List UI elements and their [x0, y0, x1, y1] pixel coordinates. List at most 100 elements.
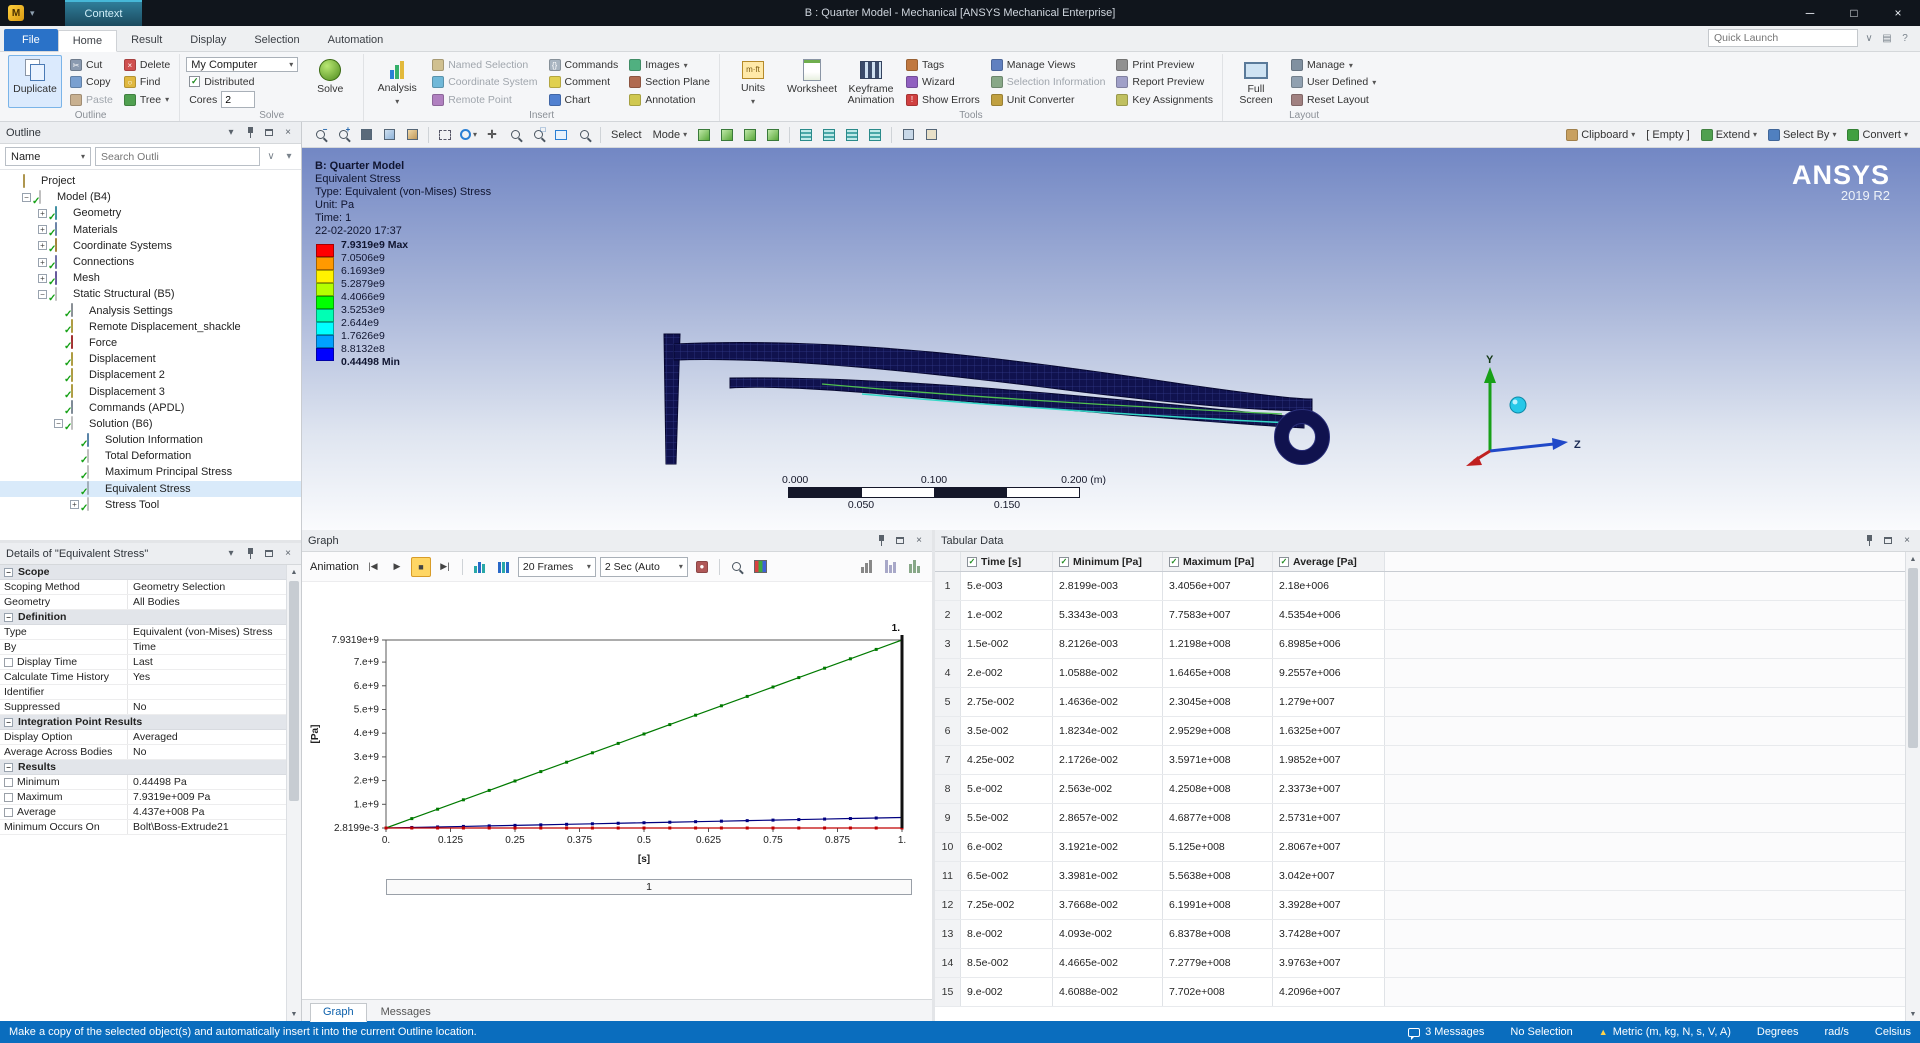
chart-style-bar-icon[interactable]	[856, 557, 876, 577]
expander-plus-icon[interactable]: +	[38, 209, 47, 218]
zoom-in-icon[interactable]: +	[333, 125, 353, 145]
select-box-icon[interactable]	[435, 125, 455, 145]
annotation-button[interactable]: Annotation	[626, 92, 713, 108]
tree-item-connections[interactable]: +✓Connections	[0, 254, 301, 270]
outline-menu-icon[interactable]: ▾	[224, 126, 238, 140]
tree-item-displacement[interactable]: ✓Displacement	[0, 351, 301, 367]
magnifier-window-icon[interactable]	[574, 125, 594, 145]
units-status[interactable]: ▲Metric (m, kg, N, s, V, A)	[1599, 1026, 1731, 1038]
tree-item-project[interactable]: Project	[0, 173, 301, 189]
pan-icon[interactable]: ✛	[482, 125, 502, 145]
details-scrollbar[interactable]: ▲ ▼	[286, 565, 301, 1021]
stop-button[interactable]: ■	[411, 557, 431, 577]
details-close-icon[interactable]: ×	[281, 547, 295, 561]
images-button[interactable]: Images▾	[626, 57, 713, 73]
tabular-row[interactable]: 31.5e-0028.2126e-0031.2198e+0086.8985e+0…	[935, 630, 1905, 659]
details-scroll-down-icon[interactable]: ▼	[287, 1007, 301, 1021]
remote-point-button[interactable]: Remote Point	[429, 92, 540, 108]
details-value[interactable]: 4.437e+008 Pa	[128, 805, 286, 819]
rotate-icon[interactable]: ▾	[458, 125, 479, 145]
column-visible-checkbox[interactable]: ✓	[1059, 557, 1069, 567]
expander-minus-icon[interactable]: −	[54, 419, 63, 428]
details-value[interactable]: All Bodies	[128, 595, 286, 609]
full-screen-button[interactable]: Full Screen	[1229, 55, 1283, 108]
expander-plus-icon[interactable]: +	[70, 500, 79, 509]
graph-zoom-icon[interactable]	[727, 557, 747, 577]
unit-converter-button[interactable]: Unit Converter	[988, 92, 1109, 108]
help-icon[interactable]: ?	[1898, 33, 1912, 44]
tab-home[interactable]: Home	[58, 30, 117, 52]
tree-item-materials[interactable]: +✓Materials	[0, 222, 301, 238]
manage-layout-button[interactable]: Manage▾	[1288, 57, 1379, 73]
show-mesh-icon[interactable]	[842, 125, 862, 145]
name-filter-select[interactable]: Name▾	[5, 147, 91, 166]
details-value[interactable]: Equivalent (von-Mises) Stress	[128, 625, 286, 639]
tabular-scroll-up-icon[interactable]: ▲	[1906, 552, 1920, 566]
show-vertices-icon[interactable]	[865, 125, 885, 145]
parameter-checkbox[interactable]	[4, 793, 13, 802]
section-plane-button[interactable]: Section Plane	[626, 74, 713, 90]
details-value[interactable]: No	[128, 700, 286, 714]
find-button[interactable]: ○Find	[121, 74, 173, 90]
expander-minus-icon[interactable]: −	[22, 193, 31, 202]
duration-select[interactable]: 2 Sec (Auto▾	[600, 557, 688, 577]
select-mode-dropdown[interactable]: Mode▾	[649, 129, 692, 141]
extend-dropdown[interactable]: Extend▾	[1697, 129, 1761, 141]
copy-button[interactable]: Copy	[67, 74, 116, 90]
graph-maximize-icon[interactable]	[893, 534, 907, 548]
time-slider[interactable]: 1	[386, 879, 912, 895]
outline-pin-icon[interactable]	[243, 126, 257, 140]
tree-item-commands-apdl-[interactable]: ✓Commands (APDL)	[0, 400, 301, 416]
cut-button[interactable]: ✂Cut	[67, 57, 116, 73]
result-sets-icon[interactable]	[470, 557, 490, 577]
tab-display[interactable]: Display	[176, 29, 240, 51]
details-value[interactable]: 0.44498 Pa	[128, 775, 286, 789]
delete-button[interactable]: ×Delete	[121, 57, 173, 73]
tabular-pin-icon[interactable]	[1862, 534, 1876, 548]
tree-item-maximum-principal-stress[interactable]: ✓Maximum Principal Stress	[0, 464, 301, 480]
tree-item-remote-displacement-shackle[interactable]: ✓Remote Displacement_shackle	[0, 319, 301, 335]
edge-filter-icon[interactable]	[717, 125, 737, 145]
cores-input[interactable]	[221, 91, 255, 108]
tree-item-solution-b6-[interactable]: −✓Solution (B6)	[0, 416, 301, 432]
temperature-status[interactable]: Celsius	[1875, 1026, 1911, 1038]
parameter-checkbox[interactable]	[4, 658, 13, 667]
body-filter-icon[interactable]	[763, 125, 783, 145]
column-header-time-s-[interactable]: ✓Time [s]	[961, 552, 1053, 571]
expander-plus-icon[interactable]: +	[38, 258, 47, 267]
tabular-scrollbar[interactable]: ▲ ▼	[1905, 552, 1920, 1021]
column-header-average-pa-[interactable]: ✓Average [Pa]	[1273, 552, 1385, 571]
maximize-button[interactable]: □	[1832, 0, 1876, 26]
report-preview-button[interactable]: Report Preview	[1113, 74, 1216, 90]
tree-item-geometry[interactable]: +✓Geometry	[0, 205, 301, 221]
commands-button[interactable]: {}Commands	[546, 57, 622, 73]
show-errors-button[interactable]: !Show Errors	[903, 92, 983, 108]
chart-button[interactable]: Chart	[546, 92, 622, 108]
front-view-icon[interactable]	[379, 125, 399, 145]
section-collapse-icon[interactable]: −	[4, 763, 13, 772]
column-header-minimum-pa-[interactable]: ✓Minimum [Pa]	[1053, 552, 1163, 571]
details-section-definition[interactable]: −Definition	[0, 610, 286, 625]
section-collapse-icon[interactable]: −	[4, 613, 13, 622]
tab-graph[interactable]: Graph	[310, 1003, 367, 1022]
quick-access-icon[interactable]: ▾	[30, 8, 35, 19]
key-assignments-button[interactable]: Key Assignments	[1113, 92, 1216, 108]
details-value[interactable]	[128, 685, 286, 699]
wireframe-icon[interactable]	[819, 125, 839, 145]
details-value[interactable]: Yes	[128, 670, 286, 684]
tab-automation[interactable]: Automation	[314, 29, 398, 51]
distributed-frames-icon[interactable]	[494, 557, 514, 577]
tree-item-equivalent-stress[interactable]: ✓Equivalent Stress	[0, 481, 301, 497]
tags-button[interactable]: Tags	[903, 57, 983, 73]
go-to-start-button[interactable]: |◀	[363, 557, 383, 577]
tabular-row[interactable]: 85.e-0022.563e-0024.2508e+0082.3373e+007	[935, 775, 1905, 804]
quick-launch-input[interactable]	[1708, 29, 1858, 47]
duplicate-button[interactable]: Duplicate	[8, 55, 62, 108]
solve-button[interactable]: Solve	[303, 55, 357, 108]
graph-close-icon[interactable]: ×	[912, 534, 926, 548]
tree-item-model-b4-[interactable]: −✓Model (B4)	[0, 189, 301, 205]
section-collapse-icon[interactable]: −	[4, 718, 13, 727]
details-section-results[interactable]: −Results	[0, 760, 286, 775]
analysis-button[interactable]: Analysis ▾	[370, 55, 424, 108]
clipboard-dropdown[interactable]: Clipboard▾	[1562, 129, 1639, 141]
